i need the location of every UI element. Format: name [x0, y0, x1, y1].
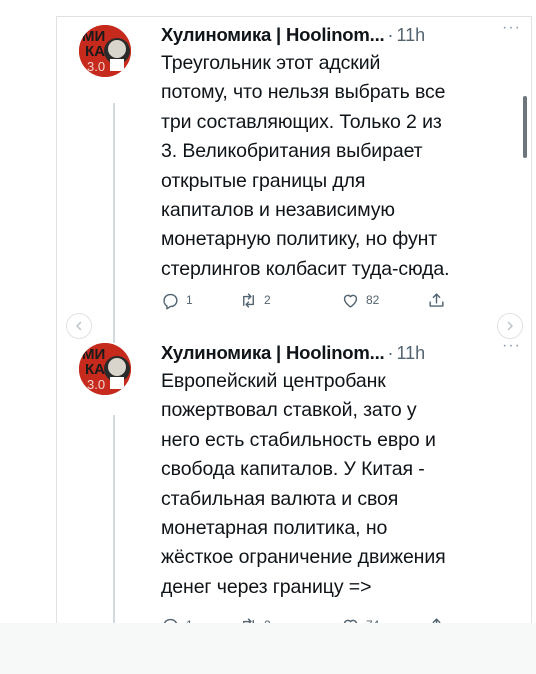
share-icon [429, 292, 444, 307]
svg-text:КА: КА [85, 361, 105, 378]
tweet-time[interactable]: 11h [396, 343, 425, 364]
avatar[interactable]: МИ КА 3.0 [79, 343, 131, 395]
retweet-count: 2 [264, 293, 271, 307]
reply-count: 1 [186, 293, 193, 307]
retweet-button[interactable]: 2 [239, 291, 271, 310]
like-button[interactable]: 82 [341, 291, 379, 310]
more-options-icon[interactable]: ··· [502, 337, 521, 355]
tweet-header: Хулиномика | Hoolinom... · 11h ··· [161, 19, 523, 47]
header-separator: · [387, 342, 394, 363]
header-separator: · [387, 24, 394, 45]
tweet-header: Хулиномика | Hoolinom... · 11h ··· [161, 337, 523, 365]
retweet-icon [243, 292, 254, 308]
tweet-thread-card: МИ КА 3.0 Хулиномика | Hoolinom... · 11h… [56, 16, 532, 624]
avatar-image: МИ КА 3.0 [79, 25, 131, 77]
heart-icon [343, 294, 358, 308]
author-name[interactable]: Хулиномика | Hoolinom... [161, 24, 385, 46]
bottom-band [0, 623, 536, 674]
tweet-text: Европейский центробанк пожертвовал ставк… [161, 370, 446, 598]
share-button[interactable] [427, 291, 446, 310]
author-name[interactable]: Хулиномика | Hoolinom... [161, 342, 385, 364]
tweet-2[interactable]: МИ КА 3.0 Хулиномика | Hoolinom... · 11h… [57, 335, 531, 623]
more-options-icon[interactable]: ··· [502, 19, 521, 37]
tweet-time[interactable]: 11h [396, 25, 425, 46]
reply-button[interactable]: 1 [161, 291, 193, 310]
svg-text:3.0: 3.0 [87, 377, 105, 392]
svg-text:3.0: 3.0 [87, 59, 105, 74]
svg-text:КА: КА [85, 43, 105, 60]
scrollbar-thumb[interactable] [523, 96, 527, 158]
avatar-image: МИ КА 3.0 [79, 343, 131, 395]
tweet-actions: 1 2 82 [161, 288, 461, 312]
tweet-1[interactable]: МИ КА 3.0 Хулиномика | Hoolinom... · 11h… [57, 17, 531, 321]
chevron-left-icon [76, 321, 82, 331]
like-count: 82 [366, 293, 380, 307]
prev-slide-button[interactable] [66, 313, 92, 339]
avatar[interactable]: МИ КА 3.0 [79, 25, 131, 77]
tweet-text: Треугольник этот адский потому, что нель… [161, 52, 450, 280]
chevron-right-icon [507, 321, 513, 331]
next-slide-button[interactable] [497, 313, 523, 339]
reply-icon [163, 293, 178, 310]
